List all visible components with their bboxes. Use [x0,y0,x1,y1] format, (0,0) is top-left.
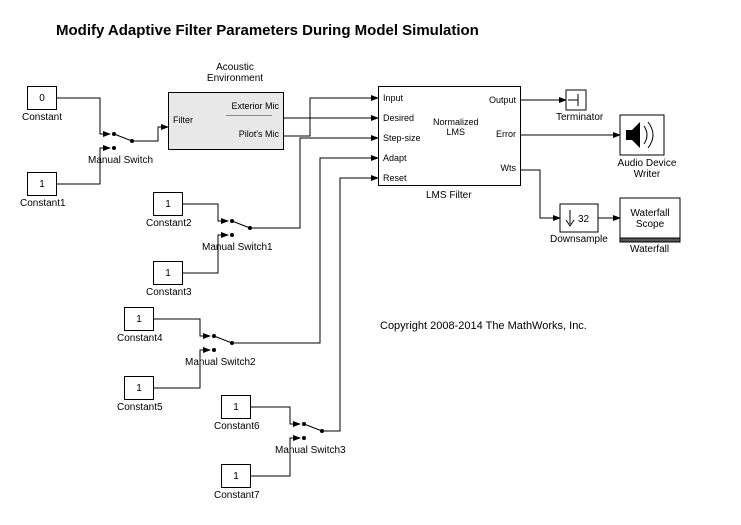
audio-device-writer-label: Audio DeviceWriter [612,158,682,180]
lms-adapt-port: Adapt [383,153,407,163]
manual-switch2-icon[interactable] [212,334,234,352]
constant1-label: Constant1 [20,198,66,209]
manual-switch2-label: Manual Switch2 [185,357,256,368]
constant6-label: Constant6 [214,421,260,432]
manual-switch1-label: Manual Switch1 [202,242,273,253]
manual-switch-label: Manual Switch [88,155,153,166]
constant2-block[interactable]: 1 [153,192,183,216]
constant5-block[interactable]: 1 [124,376,154,400]
copyright-text: Copyright 2008-2014 The MathWorks, Inc. [380,320,587,332]
lms-filter-label: LMS Filter [426,190,472,201]
lms-filter-block[interactable]: Input Desired Step-size Adapt Reset Outp… [378,86,521,186]
manual-switch1-icon[interactable] [230,219,252,237]
constant-value: 1 [136,383,142,394]
constant-label: Constant [22,112,62,123]
lms-input-port: Input [383,93,403,103]
constant5-label: Constant5 [117,402,163,413]
lms-stepsize-port: Step-size [383,133,421,143]
acoustic-pilot-port: Pilot's Mic [239,129,279,139]
constant-value: 0 [39,93,45,104]
lms-output-port: Output [489,95,516,105]
waterfall-block-text: WaterfallScope [628,208,672,230]
acoustic-environment-block[interactable]: Filter Exterior Mic Pilot's Mic [168,92,284,150]
waterfall-label: Waterfall [630,244,669,255]
constant4-block[interactable]: 1 [124,307,154,331]
constant1-block[interactable]: 1 [27,172,57,196]
constant3-label: Constant3 [146,287,192,298]
acoustic-filter-port: Filter [173,115,193,125]
constant-value: 1 [165,199,171,210]
acoustic-title: AcousticEnvironment [200,62,270,84]
constant7-label: Constant7 [214,490,260,501]
constant6-block[interactable]: 1 [221,395,251,419]
constant2-label: Constant2 [146,218,192,229]
svg-text:32: 32 [578,214,590,225]
terminator-label: Terminator [556,112,603,123]
downsample-label: Downsample [550,234,608,245]
manual-switch-icon[interactable] [112,132,134,150]
constant-value: 1 [165,268,171,279]
lms-reset-port: Reset [383,173,407,183]
page-title: Modify Adaptive Filter Parameters During… [56,22,479,39]
manual-switch3-icon[interactable] [302,422,324,440]
constant7-block[interactable]: 1 [221,464,251,488]
lms-wts-port: Wts [501,163,517,173]
constant-block[interactable]: 0 [27,86,57,110]
lms-desired-port: Desired [383,113,414,123]
constant3-block[interactable]: 1 [153,261,183,285]
manual-switch3-label: Manual Switch3 [275,445,346,456]
acoustic-exterior-port: Exterior Mic [231,101,279,111]
constant-value: 1 [233,471,239,482]
constant-value: 1 [39,179,45,190]
lms-error-port: Error [496,129,516,139]
lms-center-text: NormalizedLMS [433,117,479,137]
constant-value: 1 [136,314,142,325]
diagram-canvas: 32 [0,0,741,525]
constant-value: 1 [233,402,239,413]
constant4-label: Constant4 [117,333,163,344]
